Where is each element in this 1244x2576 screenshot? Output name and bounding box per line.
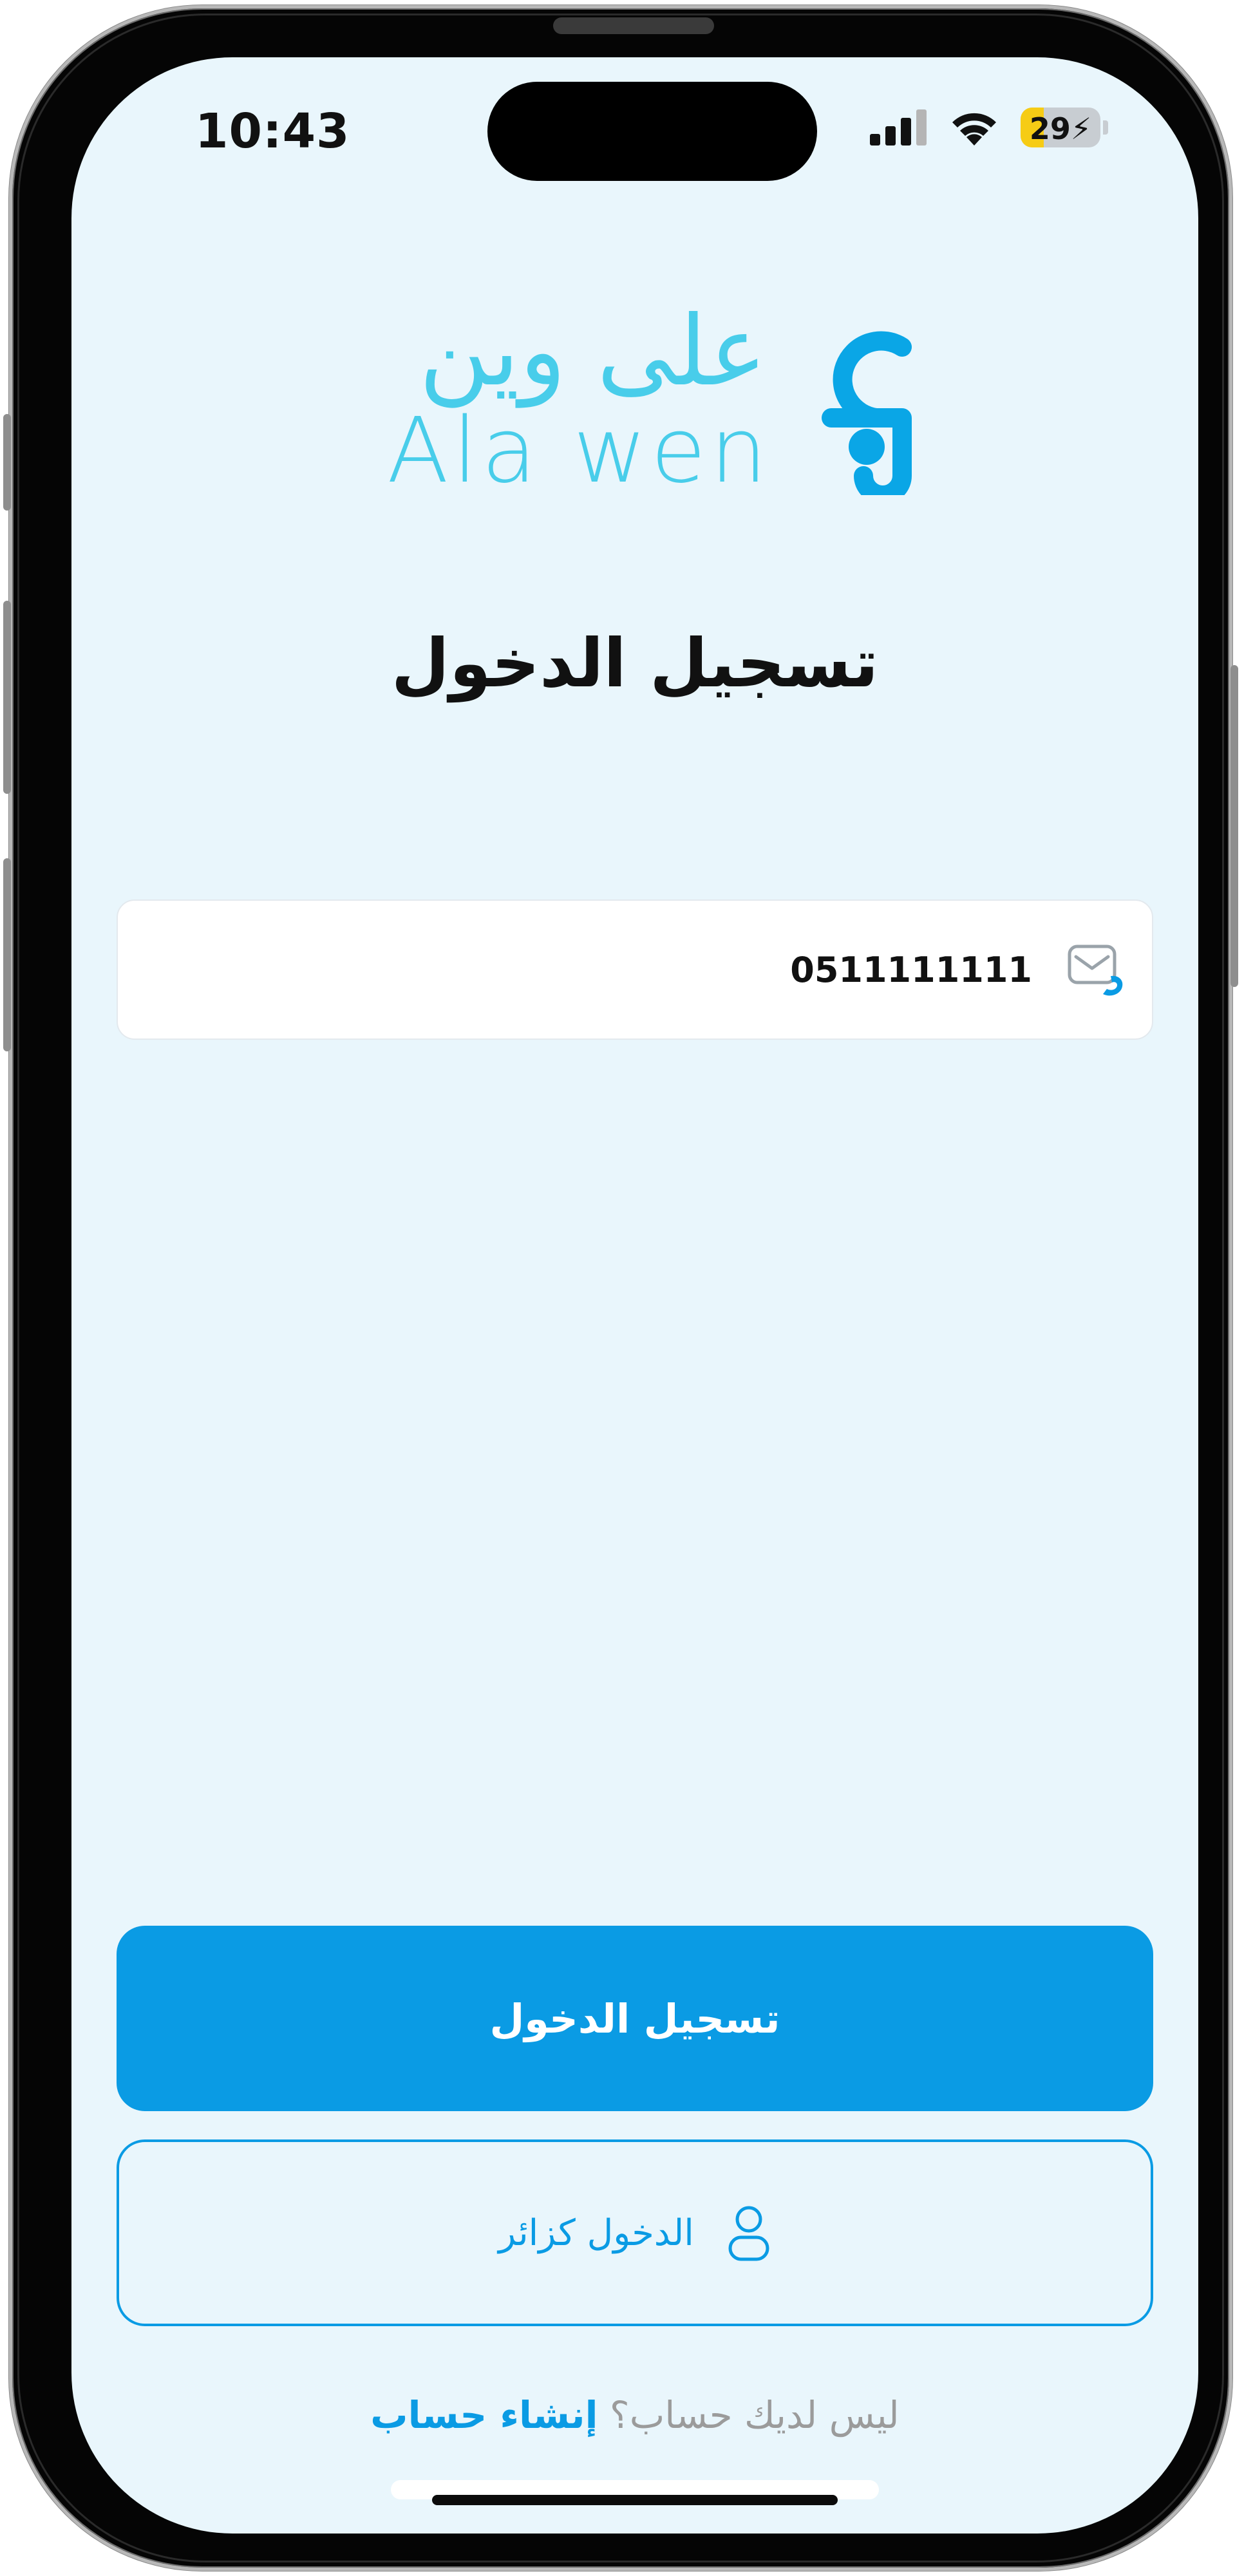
phone-input[interactable] (141, 948, 1064, 991)
cellular-signal-icon (870, 109, 927, 146)
signup-row: ليس لديك حساب؟ إنشاء حساب (71, 2393, 1198, 2437)
login-button[interactable]: تسجيل الدخول (117, 1926, 1153, 2111)
alawen-logo-mark-icon (822, 331, 912, 495)
phone-frame: 10:43 29⚡ على وين Ala wen تسجيل الدخول 0… (3, 5, 1238, 2571)
status-time: 10:43 (195, 104, 350, 159)
dynamic-island (487, 82, 817, 181)
signup-prompt: ليس لديك حساب؟ (609, 2393, 900, 2437)
user-icon (728, 2206, 769, 2261)
wifi-icon (952, 113, 996, 146)
logo-latin-text: Ala wen (387, 399, 771, 503)
power-button (1230, 665, 1238, 987)
battery-cap (1103, 120, 1108, 135)
home-indicator[interactable] (432, 2495, 838, 2505)
create-account-link[interactable]: إنشاء حساب (370, 2393, 598, 2437)
phone-input-container[interactable] (117, 899, 1153, 1040)
app-screen: 10:43 29⚡ على وين Ala wen تسجيل الدخول 0… (71, 57, 1198, 2534)
page-title: تسجيل الدخول (391, 624, 879, 702)
guest-login-label: الدخول كزائر (498, 2212, 694, 2254)
battery-level: 29⚡ (1029, 111, 1092, 146)
battery-charging-icon: 29⚡ (1021, 108, 1100, 147)
app-logo: على وين Ala wen (381, 296, 947, 508)
logo-arabic-text: على وين (419, 296, 767, 408)
status-icons: 29⚡ (870, 108, 1108, 147)
silent-switch (3, 414, 11, 511)
volume-down-button (3, 858, 11, 1051)
speaker-slot (553, 17, 714, 34)
guest-login-button[interactable]: الدخول كزائر (117, 2139, 1153, 2326)
volume-up-button (3, 601, 11, 794)
phone-envelope-icon (1068, 945, 1123, 996)
